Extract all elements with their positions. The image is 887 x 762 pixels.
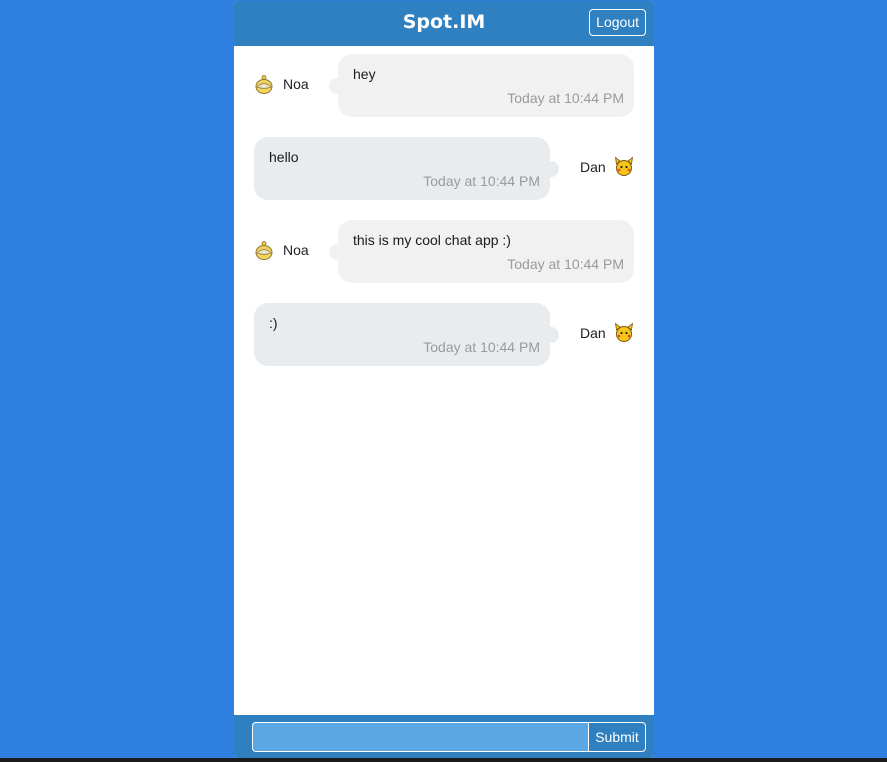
submit-button[interactable]: Submit (588, 722, 646, 752)
dan-avatar-icon (614, 322, 634, 342)
chat-header: Spot.IM Logout (234, 1, 654, 46)
message-item: :) Today at 10:44 PM Dan (234, 303, 654, 366)
message-item: Noa this is my cool chat app :) Today at… (234, 220, 654, 283)
message-author: Dan (580, 325, 606, 341)
bubble-tail (329, 244, 345, 260)
bubble-tail (329, 78, 345, 94)
message-input[interactable] (252, 722, 589, 752)
message-text: hello (269, 149, 299, 165)
message-text: :) (269, 315, 278, 331)
message-item: Noa hey Today at 10:44 PM (234, 54, 654, 117)
message-bubble: hello Today at 10:44 PM (254, 137, 559, 200)
message-text: this is my cool chat app :) (353, 232, 511, 248)
message-composer: Submit (234, 715, 654, 758)
message-list: Noa hey Today at 10:44 PM hello Today at… (234, 46, 654, 715)
message-item: hello Today at 10:44 PM Dan (234, 137, 654, 200)
message-author: Dan (580, 159, 606, 175)
noa-avatar-icon (254, 240, 274, 260)
chat-window: Spot.IM Logout Noa hey Today at 10:44 PM (234, 1, 654, 758)
logout-button[interactable]: Logout (589, 9, 646, 36)
message-timestamp: Today at 10:44 PM (423, 173, 540, 189)
message-author: Noa (283, 76, 309, 92)
dan-avatar-icon (614, 156, 634, 176)
bubble-tail (543, 161, 559, 177)
noa-avatar-icon (254, 74, 274, 94)
bubble-tail (543, 327, 559, 343)
message-timestamp: Today at 10:44 PM (507, 90, 624, 106)
message-bubble: this is my cool chat app :) Today at 10:… (329, 220, 634, 283)
message-text: hey (353, 66, 376, 82)
message-bubble: :) Today at 10:44 PM (254, 303, 559, 366)
message-timestamp: Today at 10:44 PM (423, 339, 540, 355)
message-bubble: hey Today at 10:44 PM (329, 54, 634, 117)
taskbar-strip (0, 758, 887, 762)
message-timestamp: Today at 10:44 PM (507, 256, 624, 272)
message-author: Noa (283, 242, 309, 258)
